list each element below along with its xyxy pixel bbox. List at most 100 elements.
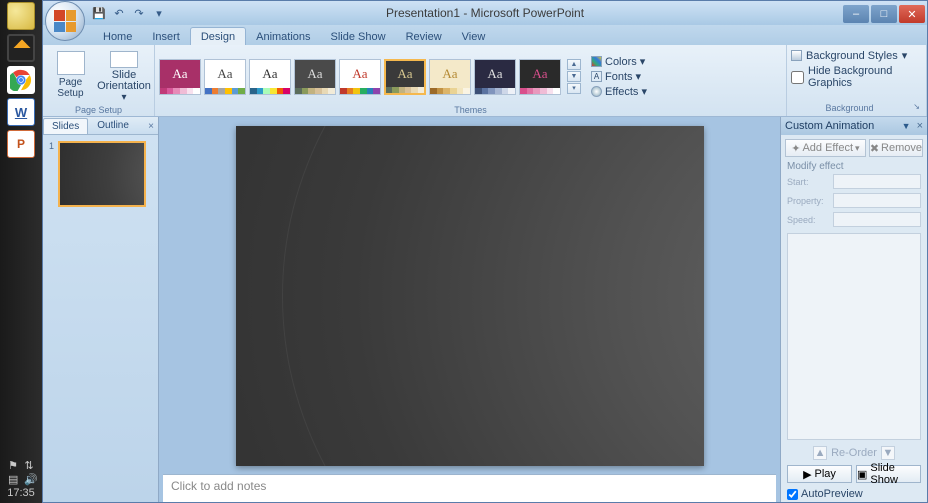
property-select[interactable] bbox=[833, 193, 921, 208]
slides-panel-tabs: Slides Outline × bbox=[43, 117, 158, 135]
thumb-preview bbox=[58, 141, 146, 207]
theme-color-bar bbox=[430, 88, 470, 94]
tab-slides-thumbs[interactable]: Slides bbox=[43, 118, 88, 134]
theme-aa-icon: Aa bbox=[250, 60, 290, 88]
tab-insert[interactable]: Insert bbox=[142, 28, 190, 45]
taskbar-powerpoint-icon[interactable]: P bbox=[7, 130, 35, 158]
close-button[interactable]: ✕ bbox=[899, 5, 925, 23]
play-button[interactable]: ▶Play bbox=[787, 465, 852, 483]
tray-flag-icon[interactable]: ⚑ bbox=[8, 459, 18, 469]
theme-swatch-3[interactable]: Aa bbox=[294, 59, 336, 95]
theme-aa-icon: Aa bbox=[386, 61, 424, 87]
theme-color-bar bbox=[295, 88, 335, 94]
theme-color-bar bbox=[520, 88, 560, 94]
theme-swatch-2[interactable]: Aa bbox=[249, 59, 291, 95]
theme-swatch-0[interactable]: Aa bbox=[159, 59, 201, 95]
reorder-down-button[interactable]: ▼ bbox=[881, 446, 895, 460]
anim-pane-close[interactable]: × bbox=[917, 120, 923, 132]
group-label-background: Background bbox=[791, 102, 908, 116]
tray-volume-icon[interactable]: 🔊 bbox=[24, 473, 34, 483]
slide-canvas[interactable] bbox=[236, 126, 704, 466]
autopreview-checkbox[interactable] bbox=[787, 489, 798, 500]
colors-icon bbox=[591, 56, 602, 67]
effects-list[interactable] bbox=[787, 233, 921, 440]
qat-customize-icon[interactable]: ▾ bbox=[151, 5, 167, 21]
tab-home[interactable]: Home bbox=[93, 28, 142, 45]
slides-panel-close[interactable]: × bbox=[144, 119, 158, 134]
qat-undo-icon[interactable]: ↶ bbox=[111, 5, 127, 21]
colors-dropdown[interactable]: Colors ▾ bbox=[591, 55, 647, 68]
os-taskbar: W P ⚑ ⇅ ▤ 🔊 17:35 bbox=[0, 0, 42, 503]
gallery-down-button[interactable]: ▼ bbox=[567, 71, 581, 82]
notes-pane[interactable]: Click to add notes bbox=[163, 474, 776, 502]
theme-aa-icon: Aa bbox=[520, 60, 560, 88]
theme-swatch-7[interactable]: Aa bbox=[474, 59, 516, 95]
tab-slide-show[interactable]: Slide Show bbox=[321, 28, 396, 45]
slide-orientation-button[interactable]: Slide Orientation ▾ bbox=[98, 49, 150, 103]
taskbar-explorer-icon[interactable] bbox=[7, 2, 35, 30]
tab-animations[interactable]: Animations bbox=[246, 28, 320, 45]
title-bar: 💾 ↶ ↷ ▾ Presentation1 - Microsoft PowerP… bbox=[43, 1, 927, 25]
background-styles-dropdown[interactable]: Background Styles ▾ bbox=[791, 49, 907, 62]
office-button[interactable] bbox=[45, 1, 85, 41]
page-setup-button[interactable]: Page Setup bbox=[47, 49, 94, 103]
hide-background-check[interactable] bbox=[791, 71, 804, 84]
window-controls: – □ ✕ bbox=[843, 3, 927, 23]
gallery-more-button[interactable]: ▾ bbox=[567, 83, 581, 94]
start-select[interactable] bbox=[833, 174, 921, 189]
theme-swatch-1[interactable]: Aa bbox=[204, 59, 246, 95]
window-title: Presentation1 - Microsoft PowerPoint bbox=[43, 6, 927, 20]
tab-outline[interactable]: Outline bbox=[88, 117, 138, 134]
theme-swatch-8[interactable]: Aa bbox=[519, 59, 561, 95]
theme-color-bar bbox=[386, 87, 424, 93]
theme-aa-icon: Aa bbox=[475, 60, 515, 88]
remove-effect-button[interactable]: ✖Remove bbox=[869, 139, 923, 157]
background-styles-icon bbox=[791, 50, 802, 61]
taskbar-player-icon[interactable] bbox=[7, 34, 35, 62]
page-setup-label: Page Setup bbox=[57, 77, 83, 99]
thumb-number: 1 bbox=[49, 141, 54, 207]
reorder-label: Re-Order bbox=[831, 447, 877, 459]
effects-dropdown[interactable]: Effects ▾ bbox=[591, 85, 647, 98]
group-label-themes: Themes bbox=[159, 104, 782, 116]
tab-view[interactable]: View bbox=[452, 28, 496, 45]
tray-lang-icon[interactable]: ▤ bbox=[8, 473, 18, 483]
group-label-page-setup: Page Setup bbox=[47, 104, 150, 116]
office-logo-icon bbox=[54, 10, 76, 32]
theme-aa-icon: Aa bbox=[430, 60, 470, 88]
theme-aa-icon: Aa bbox=[295, 60, 335, 88]
hide-background-checkbox[interactable]: Hide Background Graphics bbox=[791, 65, 922, 89]
background-dialog-launcher[interactable]: ↘ bbox=[908, 102, 920, 114]
tab-design[interactable]: Design bbox=[190, 27, 246, 45]
page-setup-icon bbox=[57, 51, 85, 75]
theme-aa-icon: Aa bbox=[205, 60, 245, 88]
gallery-up-button[interactable]: ▲ bbox=[567, 59, 581, 70]
slideshow-button[interactable]: ▣Slide Show bbox=[856, 465, 921, 483]
anim-pane-menu-icon[interactable]: ▼ bbox=[902, 121, 911, 131]
autopreview-label: AutoPreview bbox=[801, 488, 863, 500]
tab-review[interactable]: Review bbox=[396, 28, 452, 45]
fonts-icon: A bbox=[591, 71, 602, 82]
theme-color-bar bbox=[475, 88, 515, 94]
qat-save-icon[interactable]: 💾 bbox=[91, 5, 107, 21]
play-icon: ▶ bbox=[803, 468, 811, 481]
maximize-button[interactable]: □ bbox=[871, 5, 897, 23]
theme-swatch-6[interactable]: Aa bbox=[429, 59, 471, 95]
fonts-dropdown[interactable]: AFonts ▾ bbox=[591, 70, 647, 83]
tray-network-icon[interactable]: ⇅ bbox=[24, 459, 34, 469]
theme-swatch-4[interactable]: Aa bbox=[339, 59, 381, 95]
theme-swatch-5[interactable]: Aa bbox=[384, 59, 426, 95]
taskbar-chrome-icon[interactable] bbox=[7, 66, 35, 94]
add-effect-button[interactable]: ✦Add Effect ▾ bbox=[785, 139, 866, 157]
speed-select[interactable] bbox=[833, 212, 921, 227]
qat-redo-icon[interactable]: ↷ bbox=[131, 5, 147, 21]
minimize-button[interactable]: – bbox=[843, 5, 869, 23]
slide-orientation-label: Slide Orientation ▾ bbox=[97, 70, 151, 103]
taskbar-word-icon[interactable]: W bbox=[7, 98, 35, 126]
slides-panel: Slides Outline × 1 bbox=[43, 117, 159, 502]
slide-thumbnail-1[interactable]: 1 bbox=[49, 141, 152, 207]
tray-clock[interactable]: 17:35 bbox=[0, 487, 42, 499]
theme-color-bar bbox=[340, 88, 380, 94]
reorder-up-button[interactable]: ▲ bbox=[813, 446, 827, 460]
theme-color-bar bbox=[205, 88, 245, 94]
